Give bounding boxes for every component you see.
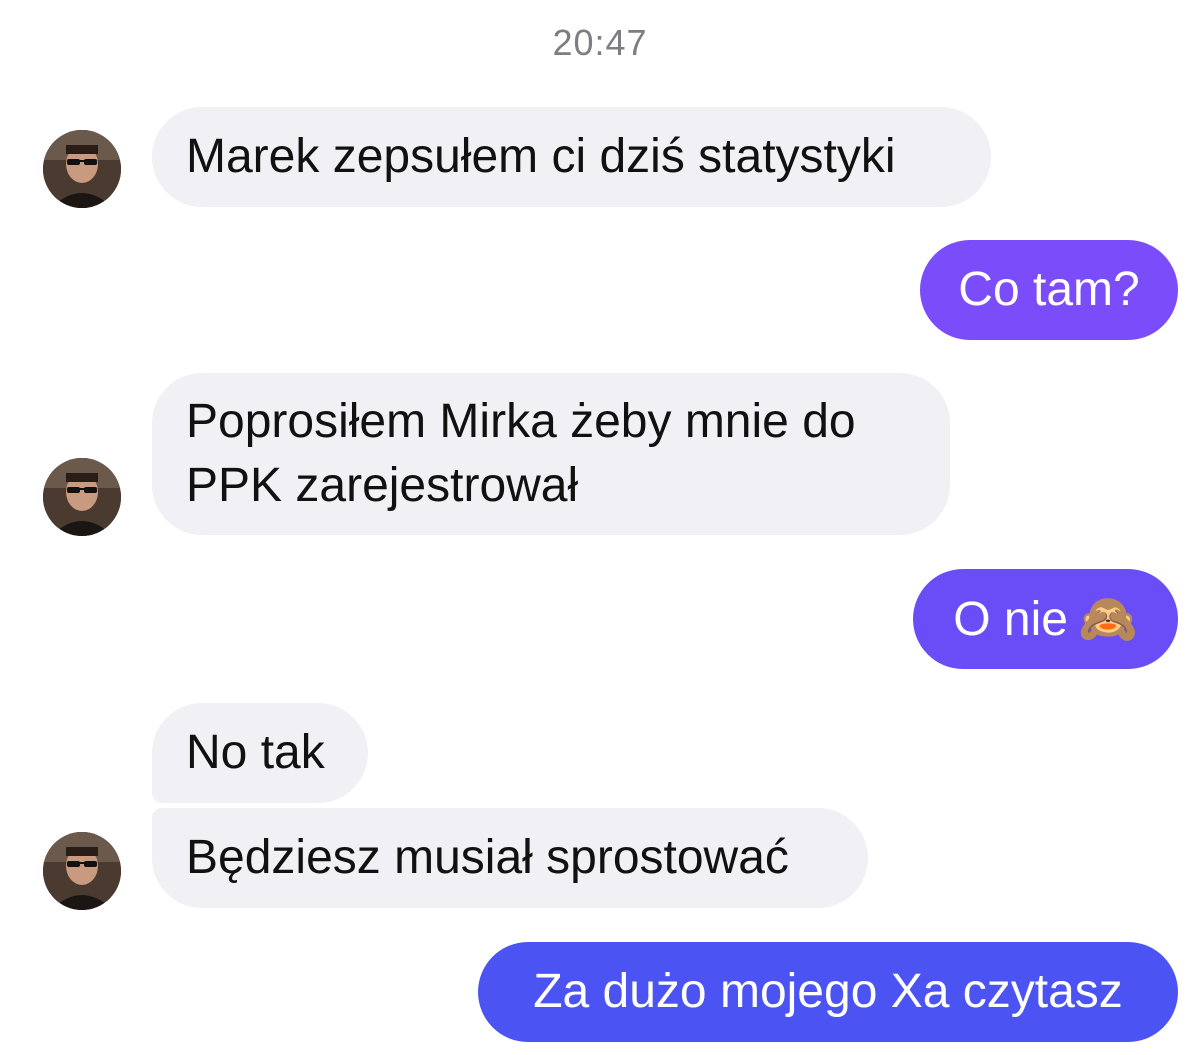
message-bubble-incoming[interactable]: Będziesz musiał sprostować bbox=[152, 808, 868, 908]
message-text: Co tam? bbox=[958, 263, 1140, 316]
contact-avatar-icon bbox=[43, 458, 121, 536]
message-bubble-incoming[interactable]: Marek zepsułem ci dziś statystyki bbox=[152, 107, 991, 207]
message-text: Będziesz musiał sprostować bbox=[186, 831, 789, 884]
message-text: O nie bbox=[953, 593, 1068, 646]
message-timestamp: 20:47 bbox=[552, 22, 648, 63]
message-bubble-outgoing[interactable]: O nie 🙈 bbox=[913, 569, 1178, 669]
message-bubble-incoming[interactable]: Poprosiłem Mirka żeby mnie do PPK zareje… bbox=[152, 373, 950, 535]
message-bubble-outgoing[interactable]: Za dużo mojego Xa czytasz bbox=[478, 942, 1178, 1042]
contact-avatar[interactable] bbox=[43, 832, 121, 910]
message-text: Marek zepsułem ci dziś statystyki bbox=[186, 130, 896, 183]
message-text-line: PPK zarejestrował bbox=[186, 459, 579, 512]
contact-avatar[interactable] bbox=[43, 130, 121, 208]
chat-screen: { "thread": { "timestamp": "20:47" }, "c… bbox=[0, 0, 1200, 1055]
contact-avatar-icon bbox=[43, 130, 121, 208]
see-no-evil-monkey-icon: 🙈 bbox=[1077, 591, 1138, 647]
contact-avatar-icon bbox=[43, 832, 121, 910]
message-text: No tak bbox=[186, 726, 325, 779]
message-bubble-incoming[interactable]: No tak bbox=[152, 703, 368, 803]
message-bubble-outgoing[interactable]: Co tam? bbox=[920, 240, 1178, 340]
contact-avatar[interactable] bbox=[43, 458, 121, 536]
message-text: Za dużo mojego Xa czytasz bbox=[533, 965, 1123, 1018]
message-text-line: Poprosiłem Mirka żeby mnie do bbox=[186, 395, 856, 448]
